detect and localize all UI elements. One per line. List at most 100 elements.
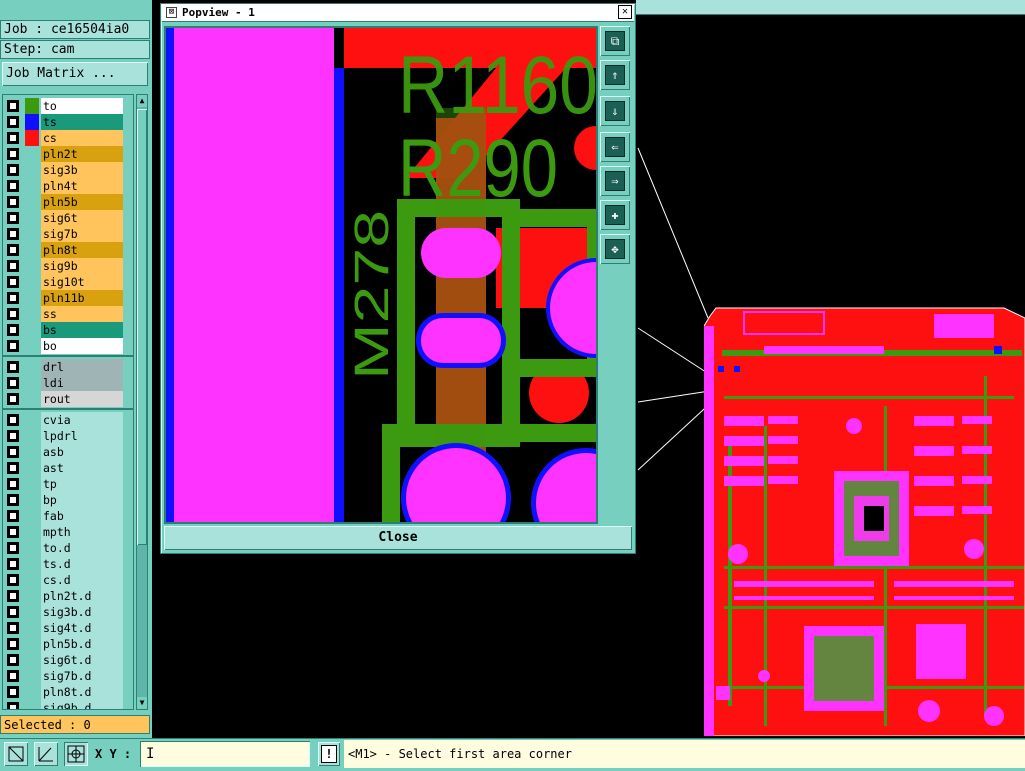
layer-row[interactable]: to.d — [7, 540, 123, 556]
layer-name[interactable]: lpdrl — [41, 428, 123, 444]
layer-checkbox[interactable] — [7, 324, 19, 336]
layer-name[interactable]: asb — [41, 444, 123, 460]
layer-color-swatch[interactable] — [25, 588, 39, 604]
scroll-up-arrow-icon[interactable]: ▲ — [137, 95, 147, 107]
layer-color-swatch[interactable] — [25, 652, 39, 668]
layer-row[interactable]: cs — [7, 130, 123, 146]
layer-list-scrollbar[interactable]: ▲ ▼ — [136, 94, 148, 710]
layer-name[interactable]: pln5b — [41, 194, 123, 210]
zoom-out-button[interactable]: ✥ — [600, 234, 630, 264]
layer-checkbox[interactable] — [7, 148, 19, 160]
layer-color-swatch[interactable] — [25, 524, 39, 540]
layer-row[interactable]: pln11b — [7, 290, 123, 306]
layer-color-swatch[interactable] — [25, 604, 39, 620]
layer-name[interactable]: sig3b — [41, 162, 123, 178]
layer-name[interactable]: pln4t — [41, 178, 123, 194]
layer-row[interactable]: pln4t — [7, 178, 123, 194]
layer-checkbox[interactable] — [7, 276, 19, 288]
job-matrix-button[interactable]: Job Matrix ... — [2, 62, 148, 86]
layer-name[interactable]: sig10t — [41, 274, 123, 290]
layer-name[interactable]: sig9b.d — [41, 700, 123, 709]
layer-color-swatch[interactable] — [25, 322, 39, 338]
layer-color-swatch[interactable] — [25, 194, 39, 210]
layer-name[interactable]: ts.d — [41, 556, 123, 572]
layer-color-swatch[interactable] — [25, 274, 39, 290]
pcb-board-view[interactable] — [704, 306, 1025, 736]
layer-name[interactable]: sig6t.d — [41, 652, 123, 668]
layer-checkbox[interactable] — [7, 180, 19, 192]
layer-color-swatch[interactable] — [25, 556, 39, 572]
layer-checkbox[interactable] — [7, 622, 19, 634]
grid-snap-tool-button[interactable] — [64, 742, 88, 766]
layer-row[interactable]: sig6t — [7, 210, 123, 226]
layer-color-swatch[interactable] — [25, 540, 39, 556]
layer-name[interactable]: ldi — [41, 375, 123, 391]
layer-row[interactable]: sig10t — [7, 274, 123, 290]
layer-checkbox[interactable] — [7, 446, 19, 458]
layer-color-swatch[interactable] — [25, 162, 39, 178]
layer-checkbox[interactable] — [7, 340, 19, 352]
layer-name[interactable]: drl — [41, 359, 123, 375]
layer-name[interactable]: pln8t.d — [41, 684, 123, 700]
layer-row[interactable]: bp — [7, 492, 123, 508]
layer-color-swatch[interactable] — [25, 98, 39, 114]
layer-color-swatch[interactable] — [25, 636, 39, 652]
layer-row[interactable]: fab — [7, 508, 123, 524]
layer-name[interactable]: pln11b — [41, 290, 123, 306]
zoom-in-button[interactable]: ✚ — [600, 200, 630, 230]
layer-name[interactable]: sig7b.d — [41, 668, 123, 684]
layer-row[interactable]: pln8t.d — [7, 684, 123, 700]
layer-name[interactable]: rout — [41, 391, 123, 407]
move-down-button[interactable]: ⇓ — [600, 96, 630, 126]
layer-color-swatch[interactable] — [25, 391, 39, 407]
layer-color-swatch[interactable] — [25, 620, 39, 636]
layer-checkbox[interactable] — [7, 164, 19, 176]
layer-name[interactable]: fab — [41, 508, 123, 524]
layer-row[interactable]: pln8t — [7, 242, 123, 258]
window-menu-icon[interactable]: ⊠ — [166, 7, 177, 18]
layer-checkbox[interactable] — [7, 292, 19, 304]
layer-row[interactable]: ss — [7, 306, 123, 322]
layer-color-swatch[interactable] — [25, 178, 39, 194]
layer-name[interactable]: pln2t.d — [41, 588, 123, 604]
layer-row[interactable]: bs — [7, 322, 123, 338]
window-close-icon[interactable]: ✕ — [618, 5, 632, 19]
layer-name[interactable]: tp — [41, 476, 123, 492]
scroll-down-arrow-icon[interactable]: ▼ — [137, 697, 147, 709]
layer-row[interactable]: mpth — [7, 524, 123, 540]
layer-color-swatch[interactable] — [25, 210, 39, 226]
layer-color-swatch[interactable] — [25, 572, 39, 588]
layer-checkbox[interactable] — [7, 558, 19, 570]
layer-color-swatch[interactable] — [25, 700, 39, 709]
layer-row[interactable]: sig6t.d — [7, 652, 123, 668]
layer-row[interactable]: sig7b.d — [7, 668, 123, 684]
angle-tool-button[interactable] — [34, 742, 58, 766]
xy-input[interactable]: I — [140, 741, 310, 767]
layer-color-swatch[interactable] — [25, 428, 39, 444]
layer-row[interactable]: sig3b.d — [7, 604, 123, 620]
layer-row[interactable]: asb — [7, 444, 123, 460]
layer-checkbox[interactable] — [7, 196, 19, 208]
layer-checkbox[interactable] — [7, 702, 19, 709]
layer-checkbox[interactable] — [7, 670, 19, 682]
layer-color-swatch[interactable] — [25, 338, 39, 354]
layer-row[interactable]: lpdrl — [7, 428, 123, 444]
layer-checkbox[interactable] — [7, 510, 19, 522]
layer-checkbox[interactable] — [7, 542, 19, 554]
layer-color-swatch[interactable] — [25, 508, 39, 524]
layer-checkbox[interactable] — [7, 308, 19, 320]
layer-name[interactable]: to.d — [41, 540, 123, 556]
layer-name[interactable]: pln2t — [41, 146, 123, 162]
layer-name[interactable]: ast — [41, 460, 123, 476]
layer-row[interactable]: cvia — [7, 412, 123, 428]
move-right-button[interactable]: ⇒ — [600, 166, 630, 196]
layer-row[interactable]: sig4t.d — [7, 620, 123, 636]
layer-row[interactable]: sig7b — [7, 226, 123, 242]
layer-checkbox[interactable] — [7, 361, 19, 373]
layer-row[interactable]: to — [7, 98, 123, 114]
layer-name[interactable]: mpth — [41, 524, 123, 540]
popview-canvas[interactable]: R1160 R290 M278 — [164, 26, 598, 524]
layer-name[interactable]: cs.d — [41, 572, 123, 588]
layer-checkbox[interactable] — [7, 260, 19, 272]
layer-checkbox[interactable] — [7, 462, 19, 474]
